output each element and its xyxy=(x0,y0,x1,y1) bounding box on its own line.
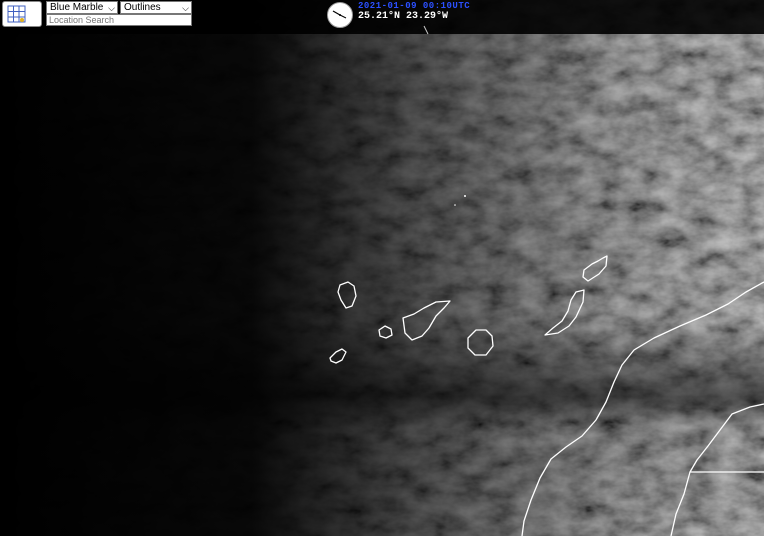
overlay-select-value: Outlines xyxy=(124,2,161,13)
cursor-coordinates: 25.21°N 23.29°W xyxy=(358,11,449,22)
location-search-input[interactable] xyxy=(46,14,192,26)
chevron-down-icon: ⌵ xyxy=(182,3,189,13)
basemap-select-value: Blue Marble xyxy=(50,2,104,13)
clock-icon[interactable] xyxy=(327,2,353,28)
basemap-select[interactable]: Blue Marble ⌵ xyxy=(46,1,118,14)
overlay-select[interactable]: Outlines ⌵ xyxy=(120,1,192,14)
grid-button[interactable] xyxy=(2,1,42,27)
timestamp-label: 2021-01-09 00:10UTC xyxy=(358,1,471,11)
satellite-map[interactable] xyxy=(0,0,764,536)
clock-face xyxy=(332,10,347,19)
grid-icon xyxy=(7,5,26,23)
chevron-down-icon: ⌵ xyxy=(108,3,115,13)
